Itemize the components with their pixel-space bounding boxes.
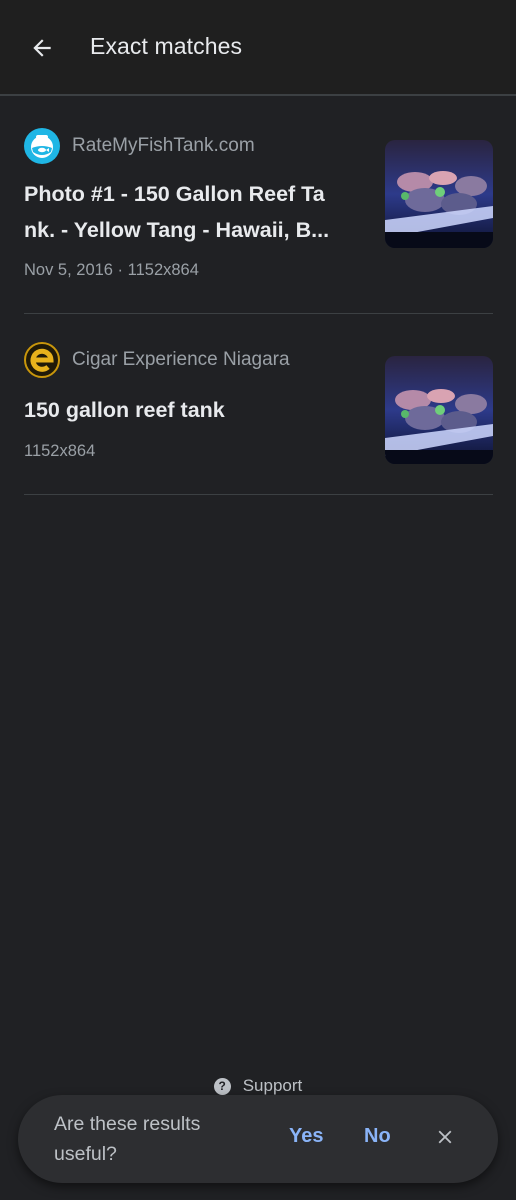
app-bar: Exact matches bbox=[0, 0, 516, 96]
support-label: Support bbox=[242, 1076, 303, 1095]
no-button[interactable]: No bbox=[364, 1125, 391, 1148]
feedback-question: Are these results useful? bbox=[54, 1113, 201, 1165]
result-title[interactable]: Photo #1 - 150 Gallon Reef Ta nk. - Yell… bbox=[24, 176, 362, 248]
help-icon: ? bbox=[213, 1077, 231, 1095]
close-button[interactable] bbox=[431, 1123, 459, 1151]
result-source[interactable]: Cigar Experience Niagara bbox=[24, 342, 290, 378]
arrow-left-icon bbox=[33, 39, 51, 57]
result-item[interactable]: RateMyFishTank.com Photo #1 - 150 Gallon… bbox=[24, 98, 493, 314]
result-title-line: Photo #1 - 150 Gallon Reef Ta bbox=[24, 182, 325, 206]
e-logo-icon bbox=[24, 342, 60, 378]
fishbowl-icon bbox=[24, 128, 60, 164]
page-title: Exact matches bbox=[90, 33, 243, 59]
result-title-line: nk. - Yellow Tang - Hawaii, B... bbox=[24, 218, 330, 242]
close-icon bbox=[438, 1130, 452, 1144]
back-button[interactable] bbox=[18, 26, 66, 70]
site-name: RateMyFishTank.com bbox=[72, 135, 255, 156]
result-source[interactable]: RateMyFishTank.com bbox=[24, 128, 255, 164]
result-meta: Nov 5, 2016 · 1152x864 bbox=[24, 261, 199, 279]
feedback-bar: Are these results useful? Yes No bbox=[18, 1095, 498, 1183]
result-thumbnail[interactable] bbox=[385, 140, 493, 248]
result-title[interactable]: 150 gallon reef tank bbox=[24, 392, 362, 428]
result-item[interactable]: Cigar Experience Niagara 150 gallon reef… bbox=[24, 314, 493, 495]
result-title-line: 150 gallon reef tank bbox=[24, 398, 225, 422]
result-meta: 1152x864 bbox=[24, 442, 96, 460]
yes-button[interactable]: Yes bbox=[289, 1125, 323, 1148]
result-thumbnail[interactable] bbox=[385, 356, 493, 464]
site-name: Cigar Experience Niagara bbox=[72, 349, 290, 370]
